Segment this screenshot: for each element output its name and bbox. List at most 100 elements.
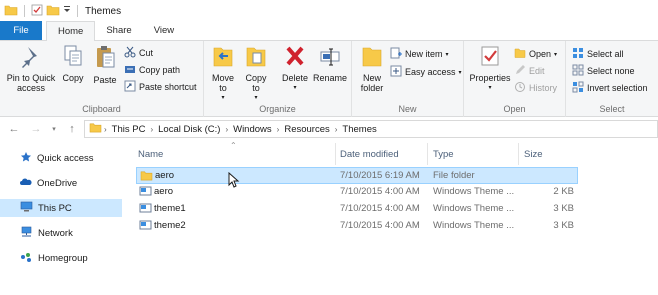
open-group-label: Open xyxy=(503,104,526,114)
select-group: Select all Select none Invert selection … xyxy=(566,41,658,117)
organize-group-label: Organize xyxy=(259,104,296,114)
new-folder-button[interactable]: New folder xyxy=(356,44,388,93)
qat-divider xyxy=(77,5,78,17)
ribbon: Pin to Quick access Copy Paste Cut Copy … xyxy=(0,41,658,117)
new-item-button[interactable]: New item ▾ xyxy=(390,47,449,61)
title-bar: Themes xyxy=(0,0,658,22)
breadcrumb-separator-icon: › xyxy=(276,124,280,134)
invert-selection-button[interactable]: Invert selection xyxy=(572,81,648,95)
easy-access-button[interactable]: Easy access ▾ xyxy=(390,65,462,79)
file-date: 7/10/2015 4:00 AM xyxy=(340,203,420,214)
breadcrumb-resources[interactable]: Resources xyxy=(281,124,332,135)
select-none-button[interactable]: Select none xyxy=(572,64,635,78)
invert-selection-icon xyxy=(572,81,584,95)
paste-icon xyxy=(94,44,116,75)
star-icon xyxy=(20,151,32,166)
chevron-down-icon: ▾ xyxy=(458,69,462,76)
new-folder-icon xyxy=(361,44,383,73)
cut-button[interactable]: Cut xyxy=(124,46,153,60)
customize-qat-chevron-icon[interactable] xyxy=(63,5,71,17)
select-all-button[interactable]: Select all xyxy=(572,47,624,61)
column-header-size[interactable]: Size xyxy=(524,141,574,167)
computer-icon xyxy=(20,201,33,216)
file-name: aero xyxy=(155,170,175,181)
back-arrow-icon[interactable]: ← xyxy=(6,121,22,137)
breadcrumb-windows[interactable]: Windows xyxy=(230,124,275,135)
breadcrumb-separator-icon: › xyxy=(104,124,107,134)
file-date: 7/10/2015 6:19 AM xyxy=(340,170,420,181)
up-arrow-icon[interactable]: ↑ xyxy=(64,121,80,137)
column-header-type[interactable]: Type xyxy=(433,141,521,167)
breadcrumb-local-disk[interactable]: Local Disk (C:) xyxy=(155,124,223,135)
open-button[interactable]: Open ▾ xyxy=(514,47,557,61)
tab-view[interactable]: View xyxy=(143,21,185,40)
clipboard-group: Pin to Quick access Copy Paste Cut Copy … xyxy=(0,41,204,117)
chevron-down-icon: ▾ xyxy=(554,51,558,58)
column-divider[interactable] xyxy=(518,143,519,165)
chevron-down-icon: ▾ xyxy=(254,95,258,101)
breadcrumb-separator-icon: › xyxy=(150,124,154,134)
copy-icon xyxy=(63,44,83,73)
file-row[interactable]: aero 7/10/2015 6:19 AM File folder xyxy=(136,167,578,184)
file-size: 3 KB xyxy=(553,203,574,214)
file-date: 7/10/2015 4:00 AM xyxy=(340,186,420,197)
open-folder-icon xyxy=(514,47,526,61)
paste-shortcut-button[interactable]: Paste shortcut xyxy=(124,80,197,94)
tab-share[interactable]: Share xyxy=(95,21,142,40)
quick-access-toolbar xyxy=(0,4,81,18)
properties-button[interactable]: Properties ▾ xyxy=(468,44,512,93)
ribbon-tabs: File Home Share View xyxy=(0,21,658,41)
history-button[interactable]: History xyxy=(514,81,557,95)
sidebar-item-network[interactable]: Network xyxy=(0,224,122,242)
copy-path-button[interactable]: Copy path xyxy=(124,63,180,77)
edit-button[interactable]: Edit xyxy=(514,64,545,78)
properties-icon[interactable] xyxy=(31,4,43,18)
file-name: theme2 xyxy=(154,220,186,231)
theme-file-icon xyxy=(139,203,152,217)
sidebar-item-onedrive[interactable]: OneDrive xyxy=(0,174,122,192)
chevron-down-icon: ▾ xyxy=(293,85,297,91)
chevron-down-icon: ▾ xyxy=(445,51,449,58)
breadcrumb-separator-icon: › xyxy=(334,124,338,134)
edit-icon xyxy=(514,64,526,78)
copy-button[interactable]: Copy xyxy=(60,44,86,83)
file-date: 7/10/2015 4:00 AM xyxy=(340,220,420,231)
column-header-name[interactable]: Name xyxy=(138,141,334,167)
easy-access-icon xyxy=(390,65,402,79)
tab-home[interactable]: Home xyxy=(46,21,96,41)
tab-file[interactable]: File xyxy=(0,21,42,40)
delete-button[interactable]: Delete ▾ xyxy=(280,44,310,93)
select-group-label: Select xyxy=(599,104,625,114)
rename-button[interactable]: Rename xyxy=(312,44,348,83)
forward-arrow-icon[interactable]: → xyxy=(28,121,44,137)
column-divider[interactable] xyxy=(427,143,428,165)
sidebar-item-this-pc[interactable]: This PC xyxy=(0,199,122,217)
network-icon xyxy=(20,226,33,241)
organize-group: Move to ▾ Copy to ▾ Delete ▾ Rename Orga… xyxy=(204,41,352,117)
recent-locations-chevron-icon[interactable]: ▾ xyxy=(46,121,62,137)
file-type: Windows Theme ... xyxy=(433,220,515,231)
move-to-icon xyxy=(212,44,234,73)
breadcrumb-this-pc[interactable]: This PC xyxy=(109,124,149,135)
file-row[interactable]: theme1 7/10/2015 4:00 AM Windows Theme .… xyxy=(136,201,578,218)
move-to-button[interactable]: Move to ▾ xyxy=(209,44,237,103)
new-folder-icon[interactable] xyxy=(46,4,60,18)
sidebar-item-quick-access[interactable]: Quick access xyxy=(0,149,122,167)
column-header-date-modified[interactable]: Date modified xyxy=(340,141,428,167)
new-item-icon xyxy=(390,47,402,61)
homegroup-icon xyxy=(20,251,33,266)
theme-file-icon xyxy=(139,220,152,234)
file-type: Windows Theme ... xyxy=(433,186,515,197)
delete-x-icon xyxy=(284,44,306,73)
address-bar[interactable]: › This PC › Local Disk (C:) › Windows › … xyxy=(84,120,658,138)
copy-to-button[interactable]: Copy to ▾ xyxy=(242,44,270,103)
paste-button[interactable]: Paste xyxy=(90,44,120,85)
column-divider[interactable] xyxy=(335,143,336,165)
breadcrumb-themes[interactable]: Themes xyxy=(339,124,379,135)
file-row[interactable]: aero 7/10/2015 4:00 AM Windows Theme ...… xyxy=(136,184,578,201)
file-row[interactable]: theme2 7/10/2015 4:00 AM Windows Theme .… xyxy=(136,218,578,235)
rename-icon xyxy=(319,44,341,73)
navigation-pane: Quick access OneDrive This PC Network Ho… xyxy=(0,141,123,295)
pin-to-quick-access-button[interactable]: Pin to Quick access xyxy=(2,44,60,93)
sidebar-item-homegroup[interactable]: Homegroup xyxy=(0,249,122,267)
